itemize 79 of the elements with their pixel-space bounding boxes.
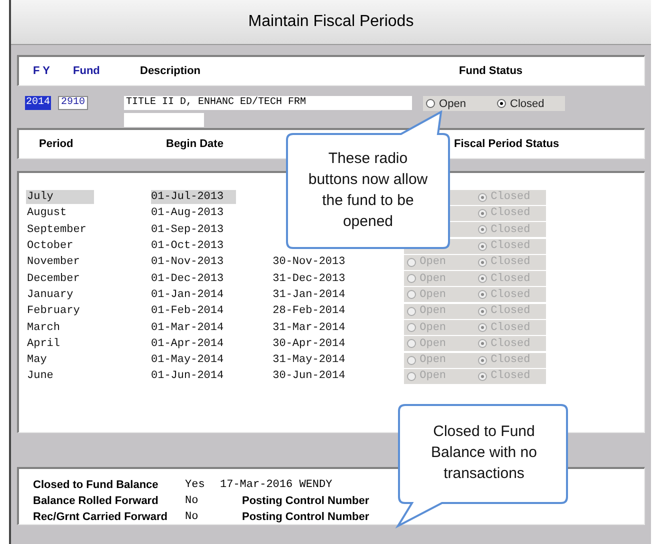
- column-header: F Y: [33, 65, 50, 77]
- radio-button[interactable]: [478, 372, 487, 381]
- radio-button[interactable]: [478, 225, 487, 234]
- begin-date-cell-text: 01-Jan-2014: [151, 288, 225, 302]
- period-cell[interactable]: September: [26, 222, 94, 237]
- radio-button[interactable]: [478, 242, 487, 251]
- description-field[interactable]: [124, 113, 204, 127]
- window-title: Maintain Fiscal Periods: [248, 13, 414, 31]
- radio-label: Open: [439, 98, 466, 110]
- summary-detail: 17-Mar-2016 WENDY: [220, 479, 332, 491]
- end-date-cell: 30-Nov-2013: [272, 256, 346, 268]
- summary-value: Yes: [185, 479, 206, 491]
- summary-value: No: [185, 511, 200, 523]
- end-date-cell: 31-May-2014: [272, 354, 346, 366]
- radio-button[interactable]: [478, 274, 487, 284]
- begin-date-cell-text: 01-Nov-2013: [151, 255, 225, 270]
- begin-date-cell-text: 01-Mar-2014: [151, 320, 225, 335]
- radio-button[interactable]: [478, 290, 487, 300]
- radio-button[interactable]: [478, 258, 487, 267]
- radio-button[interactable]: [406, 290, 416, 300]
- radio-button[interactable]: [478, 356, 487, 365]
- radio-button[interactable]: [406, 323, 416, 332]
- description-field[interactable]: TITLE II D, ENHANC ED/TECH FRM: [124, 96, 412, 110]
- summary-label: Rec/Grnt Carried Forward: [33, 511, 168, 523]
- column-header: Fund: [73, 65, 100, 77]
- summary-detail: Posting Control Number: [242, 511, 370, 523]
- radio-button[interactable]: [406, 356, 416, 365]
- fiscal-year-field[interactable]: 2014: [25, 96, 52, 110]
- radio-label: Closed: [510, 98, 544, 110]
- begin-date-cell-text: 01-Aug-2013: [151, 206, 225, 220]
- period-cell[interactable]: July: [26, 190, 94, 204]
- period-cell[interactable]: March: [26, 320, 94, 335]
- end-date-cell: 28-Feb-2014: [272, 305, 346, 318]
- fund-field[interactable]: 2910: [58, 96, 88, 110]
- period-cell[interactable]: January: [26, 288, 94, 302]
- summary-label: Balance Rolled Forward: [33, 495, 160, 507]
- begin-date-cell-text: 01-Apr-2014: [151, 336, 225, 351]
- summary-label: Closed to Fund Balance: [33, 479, 160, 491]
- begin-date-cell: 01-Jul-2013: [151, 190, 236, 204]
- begin-date-cell-text: 01-Sep-2013: [151, 222, 225, 237]
- period-cell[interactable]: June: [26, 369, 94, 384]
- period-cell[interactable]: February: [26, 304, 94, 318]
- radio-button[interactable]: [406, 306, 416, 316]
- radio-button[interactable]: [478, 208, 487, 218]
- radio-button[interactable]: [478, 339, 487, 348]
- radio-button[interactable]: [426, 99, 436, 108]
- column-header: Description: [140, 65, 201, 77]
- summary-detail: Posting Control Number: [242, 495, 370, 507]
- end-date-cell: 30-Jun-2014: [272, 370, 346, 382]
- column-header: Fund Status: [459, 65, 523, 77]
- radio-button[interactable]: [478, 192, 487, 202]
- callout-text: These radio buttons now allow the fund to be opened: [308, 149, 428, 232]
- radio-button[interactable]: [478, 306, 487, 316]
- begin-date-cell-text: 01-Feb-2014: [151, 304, 225, 318]
- end-date-cell: 30-Apr-2014: [272, 338, 346, 350]
- radio-button[interactable]: [497, 99, 506, 108]
- callout-text: Closed to Fund Balance with no transactions: [430, 422, 538, 484]
- radio-button[interactable]: [406, 274, 416, 284]
- end-date-cell: 31-Mar-2014: [272, 322, 346, 334]
- period-cell[interactable]: August: [26, 206, 94, 220]
- column-header: Period: [39, 138, 74, 150]
- period-cell[interactable]: December: [26, 272, 94, 286]
- radio-button[interactable]: [478, 323, 487, 332]
- begin-date-cell-text: 01-Oct-2013: [151, 239, 225, 254]
- radio-button[interactable]: [406, 258, 416, 267]
- end-date-cell: 31-Dec-2013: [272, 272, 346, 285]
- period-cell[interactable]: November: [26, 255, 94, 270]
- begin-date-cell-text: 01-Dec-2013: [151, 272, 225, 286]
- period-cell[interactable]: October: [26, 239, 94, 254]
- begin-date-cell-text: 01-Jun-2014: [151, 369, 225, 384]
- begin-date-cell-text: 01-May-2014: [151, 353, 225, 368]
- radio-button[interactable]: [406, 339, 416, 348]
- end-date-cell: 31-Jan-2014: [272, 288, 346, 301]
- summary-value: No: [185, 495, 200, 507]
- column-header: Begin Date: [166, 138, 224, 150]
- period-cell[interactable]: April: [26, 336, 94, 351]
- radio-button[interactable]: [406, 372, 416, 381]
- column-header: Fiscal Period Status: [454, 138, 560, 150]
- period-cell[interactable]: May: [26, 353, 94, 368]
